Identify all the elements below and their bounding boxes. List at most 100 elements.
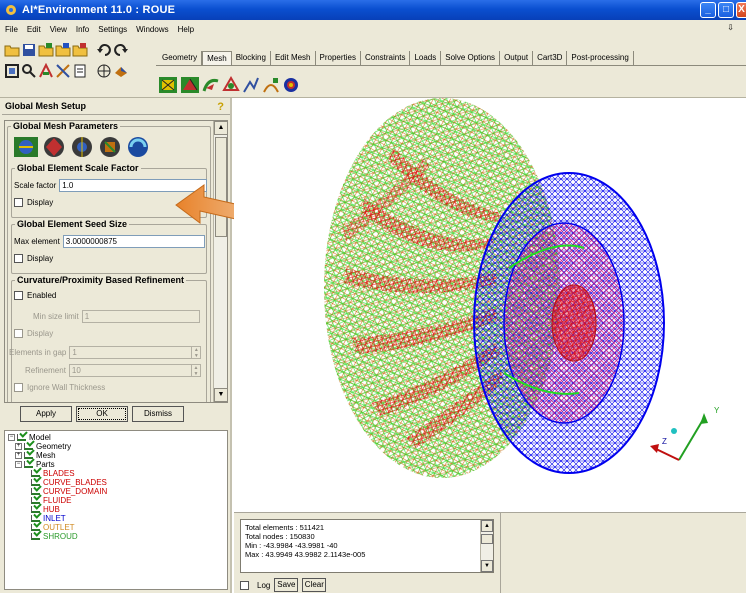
refinement-enabled-checkbox[interactable]	[14, 291, 23, 300]
tree-part-item[interactable]: CURVE_BLADES	[31, 478, 107, 487]
message-scrollbar[interactable]: ▲ ▼	[480, 520, 493, 572]
parameters-scroll-area: Global Mesh Parameters Global Element Sc…	[4, 120, 228, 403]
tab-cart3d[interactable]: Cart3D	[533, 51, 568, 65]
message-log[interactable]: Total elements : 511421 Total nodes : 15…	[240, 519, 494, 573]
checkbox-icon[interactable]	[17, 434, 26, 441]
shading-icon[interactable]	[96, 63, 112, 79]
message-area: Total elements : 511421 Total nodes : 15…	[234, 512, 746, 593]
maximize-button[interactable]: □	[718, 2, 734, 18]
seed-display-checkbox[interactable]	[14, 254, 23, 263]
open-mesh-icon[interactable]	[55, 42, 71, 58]
minimize-button[interactable]: _	[700, 2, 716, 18]
message-total-nodes: Total nodes : 150830	[245, 532, 315, 541]
save-icon[interactable]	[21, 42, 37, 58]
measure-icon[interactable]	[38, 63, 54, 79]
refinement-spinner[interactable]: ▲ ▼	[190, 365, 200, 377]
menu-file[interactable]: File	[5, 25, 18, 34]
refinement-input[interactable]: 10 ▲ ▼	[68, 364, 201, 377]
open-blocking-icon[interactable]	[72, 42, 88, 58]
impeller-mesh-render: Y Z	[324, 98, 720, 478]
periodicity-icon[interactable]	[125, 135, 151, 159]
ok-button[interactable]: OK	[76, 406, 128, 422]
axis-z-label: Z	[662, 437, 667, 446]
tab-properties[interactable]: Properties	[316, 51, 361, 65]
toolbar-area: Geometry Mesh Blocking Edit Mesh Propert…	[0, 38, 746, 98]
tab-loads[interactable]: Loads	[410, 51, 442, 65]
clipboard-icon[interactable]	[72, 63, 88, 79]
expand-icon[interactable]: +	[15, 452, 22, 459]
elements-in-gap-spinner[interactable]: ▲ ▼	[191, 347, 200, 359]
axis-y-label: Y	[714, 406, 720, 415]
menu-windows[interactable]: Windows	[136, 25, 168, 34]
tab-post-processing[interactable]: Post-processing	[567, 51, 634, 65]
message-total-elements: Total elements : 511421	[245, 523, 325, 532]
tab-mesh[interactable]: Mesh	[202, 51, 232, 65]
scale-display-checkbox[interactable]	[14, 198, 23, 207]
tree-node-geometry[interactable]: + Geometry	[15, 442, 71, 451]
global-mesh-size-icon[interactable]	[13, 135, 39, 159]
menu-edit[interactable]: Edit	[27, 25, 41, 34]
message-scroll-down[interactable]: ▼	[481, 560, 493, 572]
tab-solve-options[interactable]: Solve Options	[441, 51, 501, 65]
graphics-viewport[interactable]: Y Z	[234, 98, 746, 510]
tab-constraints[interactable]: Constraints	[361, 51, 411, 65]
menu-overflow-icon[interactable]: ⇩	[727, 23, 734, 32]
menu-info[interactable]: Info	[76, 25, 89, 34]
expand-icon[interactable]: +	[15, 443, 22, 450]
tab-blocking[interactable]: Blocking	[232, 51, 271, 65]
seed-size-group-label: Global Element Seed Size	[15, 219, 130, 229]
apply-button[interactable]: Apply	[20, 406, 72, 422]
part-label: INLET	[43, 514, 66, 523]
message-scroll-up[interactable]: ▲	[481, 520, 493, 532]
fit-window-icon[interactable]	[4, 63, 20, 79]
close-button[interactable]: X	[736, 2, 746, 18]
connectors-icon[interactable]	[242, 76, 260, 94]
min-size-limit-input[interactable]: 1	[81, 310, 200, 323]
tree-node-mesh[interactable]: + Mesh	[15, 451, 56, 460]
message-scroll-thumb[interactable]	[481, 534, 493, 544]
help-icon[interactable]: ?	[217, 101, 224, 113]
part-mesh-setup-icon[interactable]	[158, 76, 178, 94]
undo-icon[interactable]	[96, 42, 112, 58]
tools-icon[interactable]	[55, 63, 71, 79]
collapse-icon[interactable]: −	[8, 434, 15, 441]
checkbox-icon[interactable]	[24, 461, 33, 468]
tree-part-item[interactable]: SHROUD	[31, 532, 78, 541]
shell-meshing-params-icon[interactable]	[41, 135, 67, 159]
menu-settings[interactable]: Settings	[98, 25, 127, 34]
part-label: HUB	[43, 505, 60, 514]
checkbox-icon[interactable]	[31, 533, 40, 540]
clear-log-button[interactable]: Clear	[302, 578, 327, 592]
tab-edit-mesh[interactable]: Edit Mesh	[271, 51, 316, 65]
open-folder-icon[interactable]	[4, 42, 20, 58]
ignore-wall-checkbox[interactable]	[14, 383, 23, 392]
elements-in-gap-input[interactable]: 1 ▲ ▼	[69, 346, 202, 359]
panel-scrollbar[interactable]: ▲ ▼	[213, 121, 227, 402]
mesh-curve-icon[interactable]	[262, 76, 280, 94]
scroll-up-arrow[interactable]: ▲	[214, 121, 227, 135]
part-label: BLADES	[43, 469, 75, 478]
tab-output[interactable]: Output	[500, 51, 534, 65]
log-checkbox[interactable]	[240, 580, 249, 590]
dismiss-button[interactable]: Dismiss	[132, 406, 184, 422]
surface-mesh-setup-icon[interactable]	[180, 76, 200, 94]
tree-part-item[interactable]: CURVE_DOMAIN	[31, 487, 107, 496]
refinement-display-checkbox[interactable]	[14, 329, 23, 338]
menu-help[interactable]: Help	[178, 25, 194, 34]
create-mesh-density-icon[interactable]	[222, 76, 240, 94]
prism-meshing-params-icon[interactable]	[97, 135, 123, 159]
open-geometry-icon[interactable]	[38, 42, 54, 58]
scroll-down-arrow[interactable]: ▼	[214, 388, 227, 402]
ignore-wall-label: Ignore Wall Thickness	[27, 383, 106, 392]
solid-shading-icon[interactable]	[113, 63, 129, 79]
collapse-icon[interactable]: −	[15, 461, 22, 468]
global-mesh-setup-panel: Global Mesh Setup ? Global Mesh Paramete…	[0, 98, 232, 593]
redo-icon[interactable]	[113, 42, 129, 58]
volume-meshing-params-icon[interactable]	[69, 135, 95, 159]
save-log-button[interactable]: Save	[274, 578, 299, 592]
compute-mesh-icon[interactable]	[282, 76, 300, 94]
menu-view[interactable]: View	[50, 25, 67, 34]
tab-geometry[interactable]: Geometry	[158, 51, 203, 65]
curve-mesh-setup-icon[interactable]	[202, 76, 220, 94]
zoom-icon[interactable]	[21, 63, 37, 79]
